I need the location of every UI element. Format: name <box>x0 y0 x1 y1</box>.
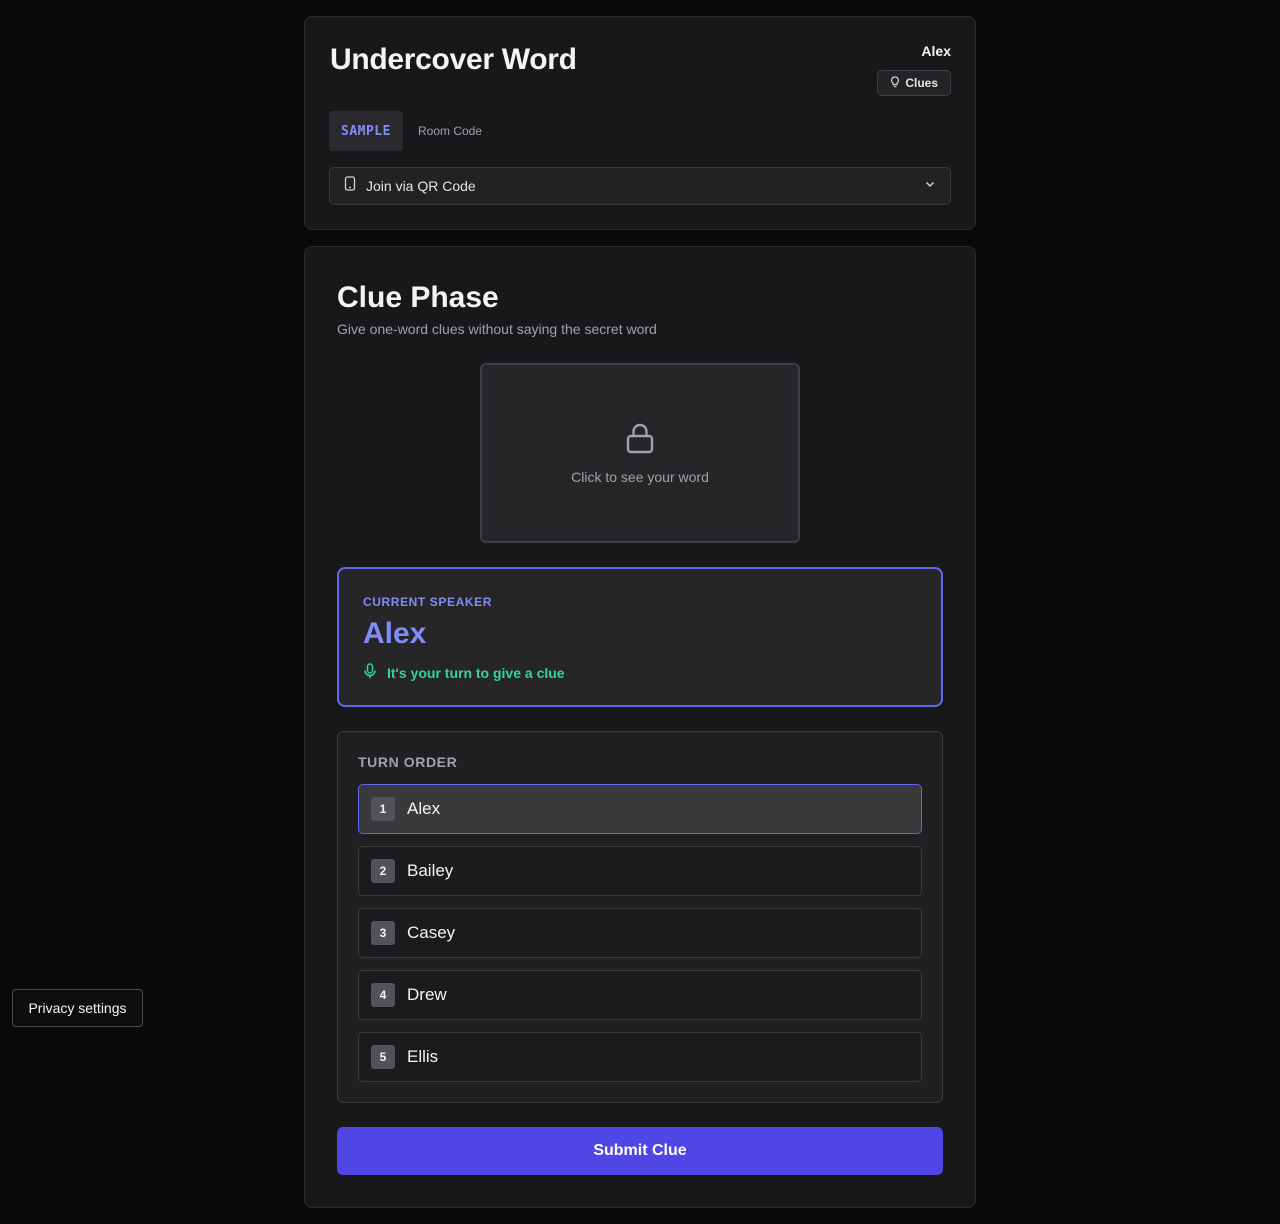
microphone-icon <box>363 663 377 682</box>
word-reveal-hint: Click to see your word <box>571 468 709 485</box>
turn-player-name: Casey <box>407 923 456 942</box>
submit-clue-button[interactable]: Submit Clue <box>337 1127 943 1175</box>
clues-button[interactable]: Clues <box>877 70 951 96</box>
turn-player-name: Bailey <box>407 861 454 880</box>
clues-button-label: Clues <box>905 76 938 90</box>
turn-number: 3 <box>371 921 395 945</box>
turn-player-name: Alex <box>407 799 441 818</box>
speaker-status-text: It's your turn to give a clue <box>387 664 565 681</box>
room-code-label: Room Code <box>418 124 483 138</box>
turn-order-panel: TURN ORDER 1 Alex 2 Bailey 3 Casey 4 Dre… <box>337 731 943 1103</box>
speaker-status: It's your turn to give a clue <box>363 663 565 682</box>
turn-player-name: Drew <box>407 985 447 1004</box>
turn-item-bailey: 2 Bailey <box>358 846 922 896</box>
turn-item-ellis: 5 Ellis <box>358 1032 922 1082</box>
turn-item-alex: 1 Alex <box>358 784 922 834</box>
privacy-settings-button[interactable]: Privacy settings <box>12 989 143 1027</box>
turn-order-list: 1 Alex 2 Bailey 3 Casey 4 Drew 5 Ellis <box>358 784 922 1094</box>
player-name: Alex <box>921 43 951 59</box>
turn-player-name: Ellis <box>407 1047 439 1066</box>
lock-icon <box>625 422 655 459</box>
current-speaker-panel: CURRENT SPEAKER Alex It's your turn to g… <box>337 567 943 707</box>
header-card: Undercover Word Alex Clues SAMPLE Room C… <box>304 16 976 230</box>
turn-item-drew: 4 Drew <box>358 970 922 1020</box>
turn-number: 4 <box>371 983 395 1007</box>
turn-item-casey: 3 Casey <box>358 908 922 958</box>
game-card: Clue Phase Give one-word clues without s… <box>304 246 976 1208</box>
turn-number: 2 <box>371 859 395 883</box>
turn-order-title: TURN ORDER <box>358 754 458 770</box>
phone-icon <box>344 176 356 196</box>
phase-title: Clue Phase <box>337 281 499 314</box>
turn-number: 5 <box>371 1045 395 1069</box>
word-reveal-card[interactable]: Click to see your word <box>480 363 800 543</box>
chevron-down-icon <box>924 177 936 195</box>
phase-subtitle: Give one-word clues without saying the s… <box>337 321 657 337</box>
lightbulb-icon <box>890 75 900 91</box>
current-speaker-label: CURRENT SPEAKER <box>363 595 493 609</box>
app-title: Undercover Word <box>330 43 577 76</box>
room-code: SAMPLE <box>329 111 403 151</box>
qr-code-toggle[interactable]: Join via QR Code <box>329 167 951 205</box>
turn-number: 1 <box>371 797 395 821</box>
qr-code-toggle-label: Join via QR Code <box>366 178 476 194</box>
current-speaker-name: Alex <box>363 617 427 650</box>
